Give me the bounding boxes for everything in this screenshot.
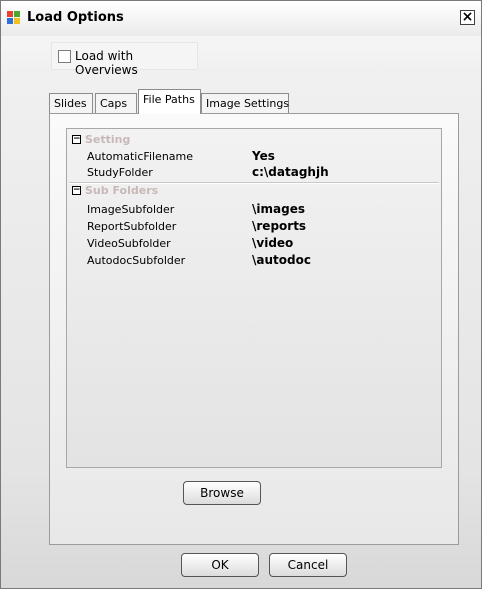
property-name: ReportSubfolder (87, 220, 177, 233)
load-overviews-option[interactable]: Load with Overviews (51, 42, 198, 77)
browse-button[interactable]: Browse (183, 481, 261, 505)
property-value: c:\dataghjh (252, 165, 329, 179)
title-bar[interactable]: Load Options × (1, 1, 481, 36)
tab-label: Caps (100, 97, 128, 110)
group-header-sub-folders[interactable]: − Sub Folders (67, 184, 441, 198)
property-grid-body: − Setting AutomaticFilename Yes StudyFol… (67, 129, 441, 467)
cancel-button[interactable]: Cancel (269, 553, 347, 577)
property-name: ImageSubfolder (87, 203, 175, 216)
load-overviews-label: Load with Overviews (75, 49, 138, 77)
window-title: Load Options (27, 10, 124, 25)
property-row[interactable]: StudyFolder c:\dataghjh (67, 165, 441, 181)
tab-label: File Paths (143, 93, 195, 106)
property-name: AutomaticFilename (87, 150, 194, 163)
close-button[interactable]: × (460, 10, 475, 25)
property-row[interactable]: ImageSubfolder \images (67, 202, 441, 218)
property-value: \images (252, 202, 305, 216)
property-name: VideoSubfolder (87, 237, 171, 250)
minus-box-icon[interactable]: − (72, 135, 81, 144)
load-options-dialog: Load Options × Load with Overviews Slide… (0, 0, 482, 589)
tab-slides[interactable]: Slides (49, 93, 93, 113)
tab-file-paths[interactable]: File Paths (138, 89, 201, 114)
property-value: \autodoc (252, 253, 311, 267)
close-icon: × (461, 9, 474, 25)
property-value: \reports (252, 219, 307, 233)
group-title: Setting (85, 133, 131, 146)
tab-label: Image Settings (206, 97, 290, 110)
file-paths-panel: − Setting AutomaticFilename Yes StudyFol… (49, 113, 459, 545)
group-title: Sub Folders (85, 184, 159, 197)
property-row[interactable]: AutodocSubfolder \autodoc (67, 253, 441, 269)
tab-label: Slides (54, 97, 87, 110)
property-row[interactable]: VideoSubfolder \video (67, 236, 441, 252)
property-row[interactable]: ReportSubfolder \reports (67, 219, 441, 235)
property-row[interactable]: AutomaticFilename Yes (67, 149, 441, 165)
load-overviews-checkbox[interactable] (58, 50, 71, 63)
group-header-setting[interactable]: − Setting (67, 133, 441, 147)
tab-caps[interactable]: Caps (95, 93, 137, 113)
minus-box-icon[interactable]: − (72, 186, 81, 195)
property-grid[interactable]: − Setting AutomaticFilename Yes StudyFol… (66, 128, 442, 468)
property-name: StudyFolder (87, 166, 153, 179)
property-name: AutodocSubfolder (87, 254, 186, 267)
tab-image-settings[interactable]: Image Settings (201, 93, 289, 113)
property-value: \video (252, 236, 294, 250)
ok-button[interactable]: OK (181, 553, 259, 577)
property-value: Yes (252, 149, 275, 163)
windows-logo-icon (7, 11, 21, 25)
